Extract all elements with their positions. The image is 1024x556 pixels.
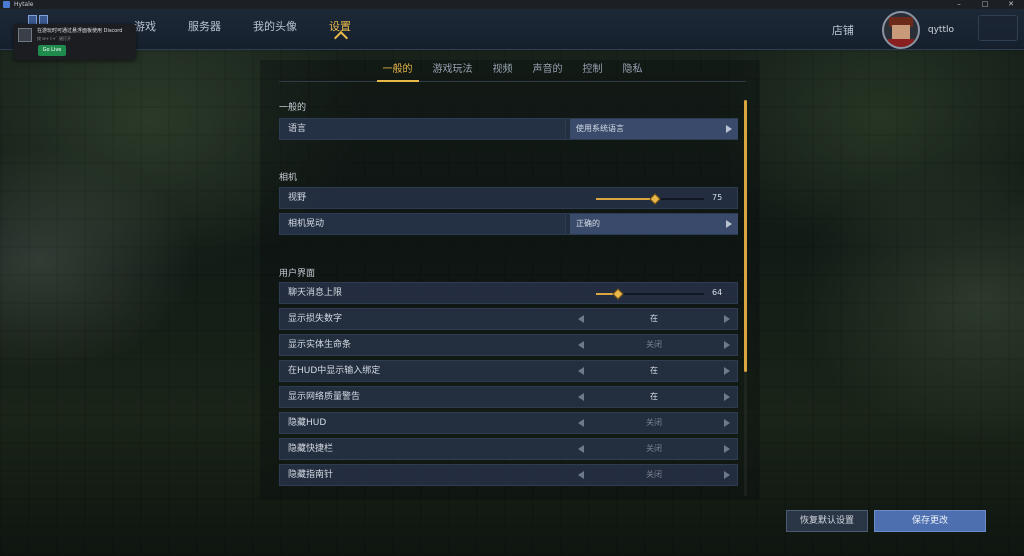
camera-bob-dropdown[interactable]: 正确的	[570, 214, 738, 234]
setting-label: 显示网络质量警告	[288, 392, 361, 402]
chevron-right-icon[interactable]	[724, 393, 730, 401]
avatar-face	[891, 24, 910, 39]
discord-overlay-toast: 在游玩时可通过悬浮面板使用 Discord 按 ⊞+⇧+` 键打开 Go Liv…	[14, 24, 136, 60]
dropdown-value: 使用系统语言	[576, 124, 624, 133]
reset-defaults-button[interactable]: 恢复默认设置	[786, 510, 868, 532]
selector-value: 在	[650, 392, 658, 401]
setting-camera-bob: 相机晃动 正确的	[279, 213, 738, 235]
close-button[interactable]: ✕	[998, 0, 1024, 9]
top-nav: 游戏 服务器 我的头像 设置 店铺 qyttlo	[0, 9, 1024, 50]
window-titlebar: Hytale – □ ✕	[0, 0, 1024, 9]
selector-value: 关闭	[646, 470, 662, 479]
tab-video[interactable]: 视频	[487, 62, 519, 82]
settings-scrollbar-thumb[interactable]	[744, 100, 747, 372]
section-title-ui: 用户界面	[279, 269, 316, 279]
nav-item-shop[interactable]: 店铺	[832, 22, 854, 38]
setting-label: 显示损失数字	[288, 314, 343, 324]
selector-value: 关闭	[646, 418, 662, 427]
setting-fov: 视野 75	[279, 187, 738, 209]
discord-game-icon	[18, 28, 32, 42]
setting-hide-compass: 隐藏指南针 关闭	[279, 464, 738, 486]
setting-label: 聊天消息上限	[288, 288, 343, 298]
window-controls: – □ ✕	[946, 0, 1024, 9]
tab-audio[interactable]: 声音的	[527, 62, 569, 82]
setting-label-box	[280, 119, 566, 139]
tab-gameplay[interactable]: 游戏玩法	[427, 62, 479, 82]
nav-items: 游戏 服务器 我的头像 设置	[118, 9, 367, 45]
fov-slider[interactable]	[596, 193, 704, 205]
toast-hint: 按 ⊞+⇧+` 键打开	[37, 36, 71, 41]
save-changes-button[interactable]: 保存更改	[874, 510, 986, 532]
go-live-button[interactable]: Go Live	[38, 45, 66, 56]
selector-value: 关闭	[646, 444, 662, 453]
tab-privacy[interactable]: 隐私	[617, 62, 649, 82]
setting-label: 隐藏指南针	[288, 470, 334, 480]
username[interactable]: qyttlo	[928, 25, 954, 35]
setting-label: 相机晃动	[288, 219, 325, 229]
selector-value: 在	[650, 366, 658, 375]
setting-hide-hotbar: 隐藏快捷栏 关闭	[279, 438, 738, 460]
chevron-right-icon[interactable]	[724, 367, 730, 375]
slider-thumb[interactable]	[611, 288, 624, 300]
toast-message: 在游玩时可通过悬浮面板使用 Discord	[37, 28, 123, 34]
setting-damage-numbers: 显示损失数字 在	[279, 308, 738, 330]
minimize-button[interactable]: –	[946, 0, 972, 9]
dropdown-value: 正确的	[576, 219, 600, 228]
setting-label: 视野	[288, 193, 307, 203]
slider-value: 75	[712, 193, 723, 202]
slider-value: 64	[712, 288, 723, 297]
setting-label: 在HUD中显示输入绑定	[288, 366, 381, 376]
nav-item-servers[interactable]: 服务器	[172, 9, 237, 45]
language-dropdown[interactable]: 使用系统语言	[570, 119, 738, 139]
chevron-right-icon[interactable]	[724, 419, 730, 427]
nav-item-avatar[interactable]: 我的头像	[237, 9, 313, 45]
chevron-right-icon[interactable]	[724, 341, 730, 349]
slider-thumb[interactable]	[649, 193, 662, 205]
setting-hide-hud: 隐藏HUD 关闭	[279, 412, 738, 434]
setting-label: 语言	[288, 124, 307, 134]
chat-limit-slider[interactable]	[596, 288, 704, 300]
setting-label: 显示实体生命条	[288, 340, 352, 350]
tab-general[interactable]: 一般的	[376, 62, 419, 82]
settings-tabs: 一般的 游戏玩法 视频 声音的 控制 隐私	[279, 62, 746, 82]
chevron-right-icon[interactable]	[724, 471, 730, 479]
setting-hud-keybinds: 在HUD中显示输入绑定 在	[279, 360, 738, 382]
setting-entity-health: 显示实体生命条 关闭	[279, 334, 738, 356]
app-icon	[3, 1, 10, 8]
selector-value: 在	[650, 314, 658, 323]
settings-panel: 一般的 语言 使用系统语言 相机 视野 75 相机晃动 正确的 用户界面 聊天消…	[279, 96, 739, 496]
avatar[interactable]	[881, 10, 920, 49]
selector-value: 关闭	[646, 340, 662, 349]
chevron-right-icon	[726, 125, 732, 133]
maximize-button[interactable]: □	[972, 0, 998, 9]
chevron-right-icon	[726, 220, 732, 228]
section-title-general: 一般的	[279, 103, 307, 113]
slider-fill	[596, 198, 656, 200]
chevron-right-icon[interactable]	[724, 315, 730, 323]
window-title: Hytale	[14, 1, 34, 8]
avatar-shirt	[887, 38, 914, 47]
setting-network-warning: 显示网络质量警告 在	[279, 386, 738, 408]
nav-corner-decoration	[978, 15, 1018, 41]
nav-item-settings[interactable]: 设置	[313, 9, 367, 45]
tab-controls[interactable]: 控制	[577, 62, 609, 82]
setting-label: 隐藏HUD	[288, 418, 327, 428]
setting-language: 语言 使用系统语言	[279, 118, 738, 140]
section-title-camera: 相机	[279, 173, 298, 183]
chevron-right-icon[interactable]	[724, 445, 730, 453]
setting-chat-limit: 聊天消息上限 64	[279, 282, 738, 304]
setting-label: 隐藏快捷栏	[288, 444, 334, 454]
